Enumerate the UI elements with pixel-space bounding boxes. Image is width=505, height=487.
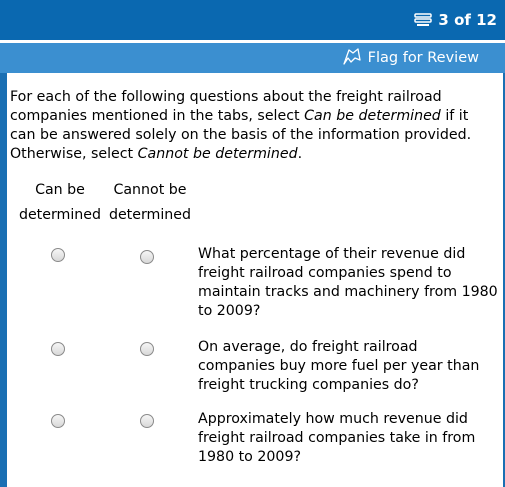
radio-can-be-determined-q2[interactable] <box>51 342 65 356</box>
question-progress: 3 of 12 <box>414 9 497 31</box>
question-2-text: On average, do freight railroad companie… <box>198 339 480 393</box>
flag-for-review-button[interactable]: Flag for Review <box>342 48 479 68</box>
radio-can-be-determined-q3[interactable] <box>51 414 65 428</box>
column-header-can-line1: Can be <box>35 182 85 198</box>
review-toolbar: Flag for Review <box>0 43 505 73</box>
progress-text: 3 of 12 <box>438 11 497 29</box>
radio-can-be-determined-q1[interactable] <box>51 248 65 262</box>
instructions-text: For each of the following questions abou… <box>10 88 494 164</box>
column-header-cannot-line1: Cannot be <box>113 182 187 198</box>
column-header-cannot-be-determined: Cannot be determined <box>108 178 192 228</box>
instructions-can-be-determined: Can be determined <box>304 108 441 124</box>
question-1-text: What percentage of their revenue did fre… <box>198 246 498 319</box>
flag-for-review-label: Flag for Review <box>367 50 479 66</box>
flag-icon <box>342 47 362 69</box>
column-header-can-line2: determined <box>18 207 102 223</box>
question-3-text: Approximately how much revenue did freig… <box>198 411 476 465</box>
top-bar: 3 of 12 <box>0 0 505 40</box>
question-list-icon <box>414 12 433 28</box>
column-header-can-be-determined: Can be determined <box>14 178 106 228</box>
instructions-part-3: . <box>297 146 303 162</box>
instructions-cannot-be-determined: Cannot be determined <box>137 146 298 162</box>
radio-cannot-be-determined-q1[interactable] <box>140 250 154 264</box>
column-header-cannot-line2: determined <box>108 207 192 223</box>
content-left-border <box>0 73 7 487</box>
radio-cannot-be-determined-q2[interactable] <box>140 342 154 356</box>
radio-cannot-be-determined-q3[interactable] <box>140 414 154 428</box>
